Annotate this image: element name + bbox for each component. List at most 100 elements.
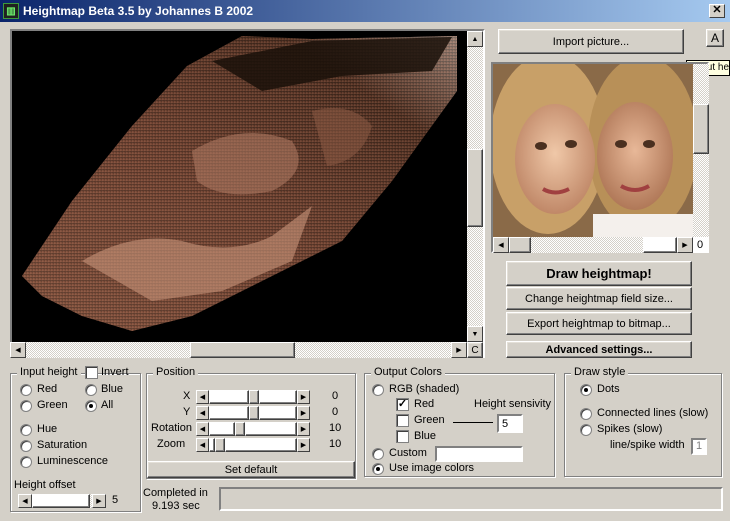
vscroll-thumb[interactable] xyxy=(467,149,483,227)
scroll-up-icon[interactable]: ▲ xyxy=(467,31,483,47)
offset-thumb[interactable] xyxy=(32,494,90,508)
radio-green[interactable] xyxy=(20,400,32,412)
label-hue: Hue xyxy=(37,423,58,435)
invert-label: Invert xyxy=(101,366,129,378)
about-button[interactable]: A xyxy=(706,29,724,47)
picture-preview xyxy=(490,54,709,253)
x-fill-right xyxy=(259,390,297,404)
y-thumb[interactable] xyxy=(249,406,259,420)
advanced-settings-button[interactable]: Advanced settings... xyxy=(506,341,692,358)
rotation-thumb[interactable] xyxy=(235,422,245,436)
zoom-left-icon[interactable]: ◀ xyxy=(196,438,209,452)
label-red: Red xyxy=(37,383,58,395)
heightmap-canvas xyxy=(10,29,485,358)
radio-custom[interactable] xyxy=(372,448,384,460)
radio-spikes[interactable] xyxy=(580,424,592,436)
checkbox-red[interactable]: ✓ xyxy=(396,398,409,411)
preview-photo xyxy=(490,54,698,237)
custom-color-field[interactable] xyxy=(435,446,523,462)
position-zoom-slider[interactable]: ◀ ▶ xyxy=(196,438,310,452)
label-green: Green xyxy=(37,399,68,411)
preview-hscroll-segment xyxy=(643,237,677,253)
height-sensitivity-label: Height sensivity xyxy=(474,398,552,410)
sensitivity-line xyxy=(453,422,493,423)
label-all: All xyxy=(101,399,114,411)
change-field-size-button[interactable]: Change heightmap field size... xyxy=(506,287,692,310)
radio-all[interactable] xyxy=(85,400,97,412)
y-right-icon[interactable]: ▶ xyxy=(297,406,310,420)
y-left-icon[interactable]: ◀ xyxy=(196,406,209,420)
line-width-field[interactable]: 1 xyxy=(691,438,707,455)
hscroll-thumb[interactable] xyxy=(190,342,295,358)
label-spikes: Spikes (slow) xyxy=(597,423,663,435)
x-thumb[interactable] xyxy=(249,390,259,404)
radio-blue[interactable] xyxy=(85,384,97,396)
label-connected-lines: Connected lines (slow) xyxy=(597,407,709,419)
zoom-right-icon[interactable]: ▶ xyxy=(297,438,310,452)
preview-scroll-value: 0 xyxy=(697,239,704,251)
height-offset-value: 5 xyxy=(112,494,119,506)
position-y-label: Y xyxy=(183,406,191,418)
scroll-down-icon[interactable]: ▼ xyxy=(467,326,483,342)
radio-saturation[interactable] xyxy=(20,440,32,452)
radio-luminescence[interactable] xyxy=(20,456,32,468)
label-output-green: Green xyxy=(414,414,445,426)
title-bar: ▥ Heightmap Beta 3.5 by Johannes B 2002 xyxy=(0,0,730,22)
checkbox-blue[interactable] xyxy=(396,430,409,443)
offset-right-icon[interactable]: ▶ xyxy=(92,494,106,508)
position-y-value: 0 xyxy=(332,406,339,418)
rotation-fill xyxy=(209,422,235,436)
x-fill xyxy=(209,390,249,404)
draw-heightmap-button[interactable]: Draw heightmap! xyxy=(506,261,692,286)
x-left-icon[interactable]: ◀ xyxy=(196,390,209,404)
position-title: Position xyxy=(153,366,199,378)
checkbox-green[interactable] xyxy=(396,414,409,427)
scroll-right-icon[interactable]: ▶ xyxy=(451,342,467,358)
canvas-hscrollbar[interactable]: ◀ ▶ xyxy=(10,342,467,358)
position-y-slider[interactable]: ◀ ▶ xyxy=(196,406,310,420)
status-bar xyxy=(219,487,723,511)
label-rgb-shaded: RGB (shaded) xyxy=(389,383,460,395)
invert-checkbox[interactable] xyxy=(85,366,98,379)
preview-scroll-right-icon[interactable]: ▶ xyxy=(677,237,693,253)
radio-hue[interactable] xyxy=(20,424,32,436)
window-title: Heightmap Beta 3.5 by Johannes B 2002 xyxy=(23,4,254,18)
scroll-left-icon[interactable]: ◀ xyxy=(10,342,26,358)
height-offset-slider[interactable]: ◀ ▶ xyxy=(18,494,106,508)
position-x-slider[interactable]: ◀ ▶ xyxy=(196,390,310,404)
radio-dots[interactable] xyxy=(580,384,592,396)
canvas-corner-button[interactable]: C xyxy=(467,342,483,358)
position-zoom-value: 10 xyxy=(329,438,342,450)
import-picture-button[interactable]: Import picture... xyxy=(498,29,684,54)
y-fill-right xyxy=(259,406,297,420)
offset-left-icon[interactable]: ◀ xyxy=(18,494,32,508)
canvas-vscrollbar[interactable]: ▲ ▼ xyxy=(467,31,483,342)
set-default-button[interactable]: Set default xyxy=(147,461,355,478)
position-rotation-slider[interactable]: ◀ ▶ xyxy=(196,422,310,436)
export-bitmap-button[interactable]: Export heightmap to bitmap... xyxy=(506,312,692,335)
heightmap-render xyxy=(22,36,457,331)
position-x-label: X xyxy=(183,390,191,402)
draw-style-title: Draw style xyxy=(571,366,629,378)
preview-scroll-left-icon[interactable]: ◀ xyxy=(493,237,509,253)
close-button[interactable]: ✕ xyxy=(709,4,725,18)
preview-hscroll-thumb[interactable] xyxy=(509,237,531,253)
rotation-left-icon[interactable]: ◀ xyxy=(196,422,209,436)
app-icon: ▥ xyxy=(3,3,19,19)
label-output-blue: Blue xyxy=(414,430,437,442)
input-height-title: Input height xyxy=(17,366,81,378)
radio-red[interactable] xyxy=(20,384,32,396)
radio-connected-lines[interactable] xyxy=(580,408,592,420)
label-dots: Dots xyxy=(597,383,620,395)
radio-rgb-shaded[interactable] xyxy=(372,384,384,396)
radio-use-image-colors[interactable] xyxy=(372,463,384,475)
rotation-right-icon[interactable]: ▶ xyxy=(297,422,310,436)
preview-vscrollbar[interactable] xyxy=(693,64,709,237)
preview-vscroll-thumb[interactable] xyxy=(693,104,709,154)
label-luminescence: Luminescence xyxy=(37,455,108,467)
sensitivity-field[interactable]: 5 xyxy=(497,414,523,433)
x-right-icon[interactable]: ▶ xyxy=(297,390,310,404)
preview-hscrollbar[interactable]: ◀ ▶ xyxy=(493,237,693,253)
zoom-thumb[interactable] xyxy=(215,438,225,452)
height-offset-label: Height offset xyxy=(14,479,76,491)
